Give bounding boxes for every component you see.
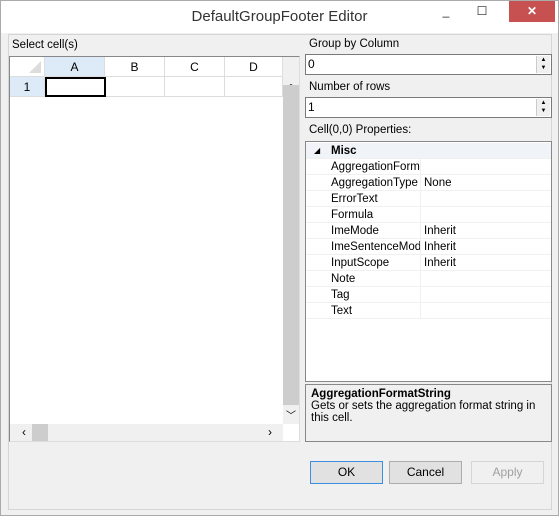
property-name: ImeMode xyxy=(331,223,421,239)
number-of-rows-input[interactable]: 1 ▲ ▼ xyxy=(305,97,552,118)
column-header-b[interactable]: B xyxy=(105,57,165,77)
property-name: InputScope xyxy=(331,255,421,271)
property-name: ErrorText xyxy=(331,191,421,207)
group-by-column-label: Group by Column xyxy=(309,38,400,50)
title-bar: DefaultGroupFooter Editor _ ☐ ✕ xyxy=(1,1,558,33)
cell-b1[interactable] xyxy=(106,77,165,97)
scroll-left-icon[interactable]: ‹ xyxy=(22,425,26,439)
property-name: AggregationType xyxy=(331,175,421,191)
number-of-rows-label: Number of rows xyxy=(309,81,391,93)
column-header-a[interactable]: A xyxy=(45,57,105,77)
spreadsheet-grid[interactable]: A B C D 1 ︿ ﹀ ‹ › xyxy=(9,56,300,442)
minimize-button[interactable]: _ xyxy=(431,1,461,22)
group-by-column-value: 0 xyxy=(308,57,315,71)
property-grid[interactable]: ◢ Misc AggregationFormatStringAggregatio… xyxy=(305,141,552,382)
select-all-corner[interactable] xyxy=(10,57,45,77)
category-misc[interactable]: ◢ Misc xyxy=(306,143,551,159)
property-row[interactable]: Tag xyxy=(306,287,551,303)
collapse-icon[interactable]: ◢ xyxy=(314,143,320,159)
group-by-column-input[interactable]: 0 ▲ ▼ xyxy=(305,54,552,75)
property-row[interactable]: ImeMode Inherit xyxy=(306,223,551,239)
scroll-down-icon[interactable]: ﹀ xyxy=(285,407,297,422)
horizontal-scroll-thumb[interactable] xyxy=(32,424,48,441)
property-value[interactable]: None xyxy=(424,175,452,191)
description-text: Gets or sets the aggregation format stri… xyxy=(311,400,536,424)
property-row[interactable]: InputScope Inherit xyxy=(306,255,551,271)
property-row[interactable]: Formula xyxy=(306,207,551,223)
select-cells-label: Select cell(s) xyxy=(12,39,78,51)
cell-c1[interactable] xyxy=(165,77,225,97)
category-label: Misc xyxy=(331,145,357,157)
apply-button[interactable]: Apply xyxy=(471,461,544,484)
property-name: AggregationFormatString xyxy=(331,159,421,175)
maximize-button[interactable]: ☐ xyxy=(467,1,497,22)
vertical-scroll-thumb[interactable] xyxy=(283,85,299,405)
property-row[interactable]: ImeSentenceMode Inherit xyxy=(306,239,551,255)
column-header-d[interactable]: D xyxy=(225,57,283,77)
property-name: ImeSentenceMode xyxy=(331,239,421,255)
property-name: Text xyxy=(331,303,421,319)
property-row[interactable]: AggregationFormatString xyxy=(306,159,551,175)
property-value[interactable]: Inherit xyxy=(424,239,456,255)
description-title: AggregationFormatString xyxy=(311,388,451,400)
column-header-c[interactable]: C xyxy=(165,57,225,77)
cell-a1[interactable] xyxy=(45,77,106,97)
row-header-1[interactable]: 1 xyxy=(10,77,45,97)
property-value[interactable]: Inherit xyxy=(424,255,456,271)
number-of-rows-value: 1 xyxy=(308,100,315,114)
property-row[interactable]: Note xyxy=(306,271,551,287)
description-panel: AggregationFormatString Gets or sets the… xyxy=(305,384,552,442)
property-row[interactable]: ErrorText xyxy=(306,191,551,207)
property-name: Formula xyxy=(331,207,421,223)
cell-d1[interactable] xyxy=(225,77,283,97)
ok-button[interactable]: OK xyxy=(310,461,383,484)
vertical-scrollbar[interactable]: ︿ ﹀ xyxy=(283,57,299,424)
group-by-column-spinner[interactable]: ▲ ▼ xyxy=(536,56,550,73)
dialog-window: DefaultGroupFooter Editor _ ☐ ✕ Select c… xyxy=(0,0,559,516)
scroll-right-icon[interactable]: › xyxy=(268,425,272,439)
cancel-button[interactable]: Cancel xyxy=(389,461,462,484)
property-row[interactable]: AggregationType None xyxy=(306,175,551,191)
horizontal-scrollbar[interactable]: ‹ › xyxy=(10,424,283,441)
property-name: Note xyxy=(331,271,421,287)
property-row[interactable]: Text xyxy=(306,303,551,319)
cell-properties-label: Cell(0,0) Properties: xyxy=(309,124,412,136)
close-button[interactable]: ✕ xyxy=(509,1,555,22)
property-value[interactable]: Inherit xyxy=(424,223,456,239)
property-name: Tag xyxy=(331,287,421,303)
number-of-rows-spinner[interactable]: ▲ ▼ xyxy=(536,99,550,116)
